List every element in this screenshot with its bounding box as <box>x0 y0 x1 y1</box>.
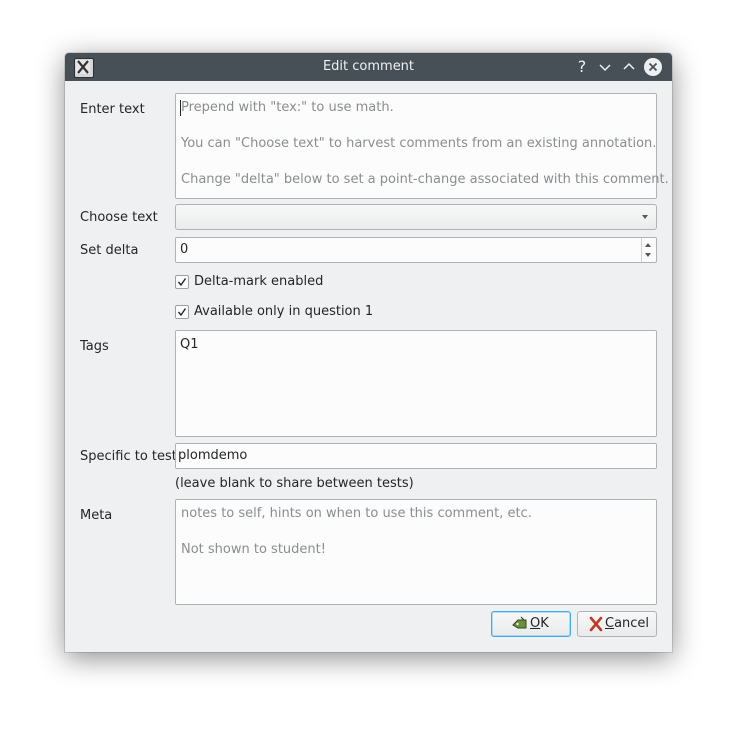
set-delta-label: Set delta <box>80 243 139 258</box>
meta-input[interactable]: notes to self, hints on when to use this… <box>175 499 657 605</box>
chevron-down-icon <box>599 64 611 72</box>
specific-to-test-value: plomdemo <box>178 448 248 463</box>
specific-to-test-input[interactable]: plomdemo <box>175 443 657 469</box>
delta-value: 0 <box>180 242 189 257</box>
ok-icon <box>512 616 527 629</box>
close-button[interactable] <box>644 58 662 76</box>
specific-to-test-label: Specific to test <box>80 449 177 464</box>
cancel-label: Cancel <box>605 616 650 631</box>
help-button[interactable]: ? <box>573 58 591 76</box>
tags-input[interactable]: Q1 <box>175 330 657 437</box>
spin-down-icon[interactable] <box>645 253 651 257</box>
maximize-button[interactable] <box>620 58 638 76</box>
chevron-up-icon <box>623 62 635 70</box>
choose-text-label: Choose text <box>80 210 158 225</box>
delta-mark-label: Delta-mark enabled <box>194 274 324 289</box>
meta-label: Meta <box>80 508 113 523</box>
checkmark-icon[interactable] <box>175 305 189 319</box>
minimize-button[interactable] <box>596 58 614 76</box>
placeholder-line: Prepend with "tex:" to use math. <box>181 100 394 115</box>
placeholder-line: notes to self, hints on when to use this… <box>181 506 532 521</box>
comment-text-input[interactable]: Prepend with "tex:" to use math. You can… <box>175 93 669 199</box>
placeholder-line: Not shown to student! <box>181 542 326 557</box>
tags-value: Q1 <box>180 337 199 352</box>
question-only-label: Available only in question 1 <box>194 304 374 319</box>
edit-comment-dialog: Edit comment ? Enter text Prepend with "… <box>65 53 672 652</box>
spin-up-icon[interactable] <box>645 243 651 247</box>
cancel-button[interactable]: Cancel <box>577 611 657 637</box>
share-hint: (leave blank to share between tests) <box>175 476 414 491</box>
chevron-down-icon <box>642 215 648 219</box>
spin-buttons[interactable] <box>641 238 656 262</box>
title-bar: Edit comment ? <box>65 53 672 81</box>
delta-spinbox[interactable]: 0 <box>175 237 657 263</box>
choose-text-combobox[interactable] <box>175 204 657 230</box>
ok-label: OK <box>530 616 549 631</box>
cancel-icon <box>589 616 603 632</box>
placeholder-line: You can "Choose text" to harvest comment… <box>181 136 657 151</box>
ok-button[interactable]: OK <box>491 611 571 637</box>
enter-text-label: Enter text <box>80 102 145 117</box>
tags-label: Tags <box>80 339 109 354</box>
close-icon <box>648 62 658 72</box>
placeholder-line: Change "delta" below to set a point-chan… <box>181 172 669 187</box>
checkmark-icon[interactable] <box>175 275 189 289</box>
